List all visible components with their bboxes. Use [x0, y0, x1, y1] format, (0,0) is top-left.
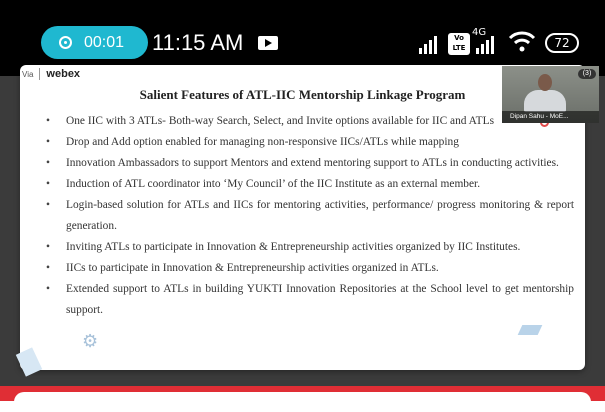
participant-name: Dipan Sahu - MoE... — [502, 111, 599, 123]
slide-bullet-list: One IIC with 3 ATLs- Both-way Search, Se… — [46, 111, 574, 321]
battery-icon: 72 — [545, 33, 579, 53]
recording-time: 00:01 — [84, 33, 125, 51]
participant-video-tile[interactable]: (3) Dipan Sahu - MoE... — [502, 66, 599, 123]
wifi-icon — [508, 31, 536, 52]
volte-label-top: Vo — [454, 34, 464, 42]
list-item: Extended support to ATLs in building YUK… — [46, 279, 574, 321]
participant-head — [538, 74, 552, 91]
webex-logo: Via webex — [22, 68, 80, 80]
record-icon — [59, 36, 72, 49]
volte-label-bottom: LTE — [452, 44, 466, 52]
list-item: Inviting ATLs to participate in Innovati… — [46, 237, 574, 258]
participant-body — [524, 90, 566, 112]
cast-icon — [258, 36, 278, 50]
bottom-sheet[interactable] — [14, 392, 591, 412]
list-item: Login-based solution for ATLs and IICs f… — [46, 195, 574, 237]
webex-brand: webex — [46, 68, 81, 80]
clock: 11:15 AM — [152, 30, 244, 55]
gear-icon: ⚙ — [82, 331, 99, 352]
list-item: Innovation Ambassadors to support Mentor… — [46, 153, 574, 174]
signal-icon — [476, 36, 494, 54]
list-item: One IIC with 3 ATLs- Both-way Search, Se… — [46, 111, 574, 132]
logo-divider — [39, 68, 41, 80]
signal-icon — [419, 36, 437, 54]
recording-indicator[interactable]: 00:01 — [41, 26, 148, 59]
participant-count-badge: (3) — [578, 69, 596, 79]
list-item: Induction of ATL coordinator into ‘My Co… — [46, 174, 574, 195]
webex-via-label: Via — [22, 69, 34, 79]
list-item: Drop and Add option enabled for managing… — [46, 132, 574, 153]
volte-icon: Vo LTE — [448, 33, 470, 55]
list-item: IICs to participate in Innovation & Entr… — [46, 258, 574, 279]
